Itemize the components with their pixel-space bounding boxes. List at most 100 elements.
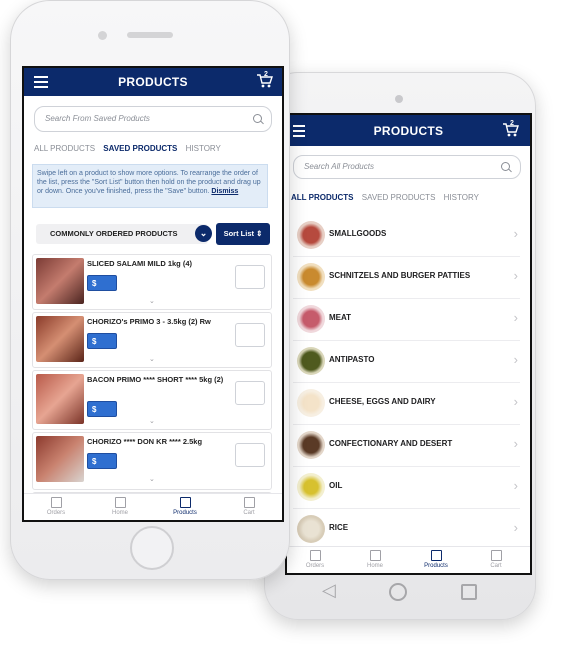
android-screen: PRODUCTS 2 Search All Products ALL PRODU… xyxy=(285,113,532,575)
price-button[interactable]: $ xyxy=(87,275,117,291)
cart-icon[interactable]: 2 xyxy=(256,71,274,94)
nav-cart[interactable]: Cart xyxy=(476,550,516,569)
chevron-right-icon: › xyxy=(513,478,518,493)
cart-count: 2 xyxy=(264,71,268,78)
dairy-image xyxy=(297,389,325,417)
tab-bar: ALL PRODUCTS SAVED PRODUCTS HISTORY xyxy=(291,193,485,202)
nav-label: Cart xyxy=(243,510,255,516)
quantity-input[interactable] xyxy=(235,323,265,347)
search-input[interactable]: Search All Products xyxy=(293,155,521,179)
chevron-right-icon: › xyxy=(513,520,518,535)
info-banner: Swipe left on a product to show more opt… xyxy=(32,164,268,208)
meat-image xyxy=(297,305,325,333)
products-icon xyxy=(179,497,191,508)
price-button[interactable]: $ xyxy=(87,333,117,349)
chevron-right-icon: › xyxy=(513,394,518,409)
category-item[interactable]: OIL › xyxy=(293,466,520,509)
product-name: CHORIZO **** DON KR **** 2.5kg xyxy=(87,437,203,446)
category-item[interactable]: RICE › xyxy=(293,508,520,551)
smallgoods-image xyxy=(297,221,325,249)
iphone-home-button[interactable] xyxy=(130,526,174,570)
chevron-right-icon: › xyxy=(513,352,518,367)
chevron-down-icon[interactable]: ⌄ xyxy=(149,417,155,425)
products-icon xyxy=(430,550,442,561)
cart-icon[interactable]: 2 xyxy=(502,120,520,143)
sort-list-button[interactable]: Sort List ⇕ xyxy=(216,223,270,245)
product-name: BACON PRIMO **** SHORT **** 5kg (2) xyxy=(87,375,224,384)
chevron-down-icon[interactable]: ⌄ xyxy=(149,355,155,363)
tab-all-products[interactable]: ALL PRODUCTS xyxy=(291,193,354,202)
tab-all-products[interactable]: ALL PRODUCTS xyxy=(34,144,95,153)
search-input[interactable]: Search From Saved Products xyxy=(34,106,272,132)
dismiss-link[interactable]: Dismiss xyxy=(211,188,238,195)
category-item[interactable]: SMALLGOODS › xyxy=(293,214,520,257)
bottom-nav: Orders Home Products Cart xyxy=(287,546,530,573)
tab-history[interactable]: HISTORY xyxy=(444,193,479,202)
search-icon xyxy=(253,114,262,123)
nav-products[interactable]: Products xyxy=(165,497,205,516)
recents-nav-icon[interactable] xyxy=(461,584,477,600)
search-placeholder: Search From Saved Products xyxy=(45,114,150,123)
search-placeholder: Search All Products xyxy=(304,162,374,171)
product-name: SLICED SALAMI MILD 1kg (4) xyxy=(87,259,193,268)
nav-label: Products xyxy=(424,563,448,569)
nav-home[interactable]: Home xyxy=(100,497,140,516)
chevron-down-icon[interactable]: ⌄ xyxy=(149,297,155,305)
orders-icon xyxy=(309,550,321,561)
category-name: SCHNITZELS AND BURGER PATTIES xyxy=(329,271,471,280)
chevron-right-icon: › xyxy=(513,268,518,283)
page-title: PRODUCTS xyxy=(118,75,188,89)
category-item[interactable]: ANTIPASTO › xyxy=(293,340,520,383)
product-image xyxy=(36,258,84,304)
schnitzel-image xyxy=(297,263,325,291)
android-camera xyxy=(395,95,403,103)
product-row[interactable]: CHORIZO **** DON KR **** 2.5kg $ ⌄ xyxy=(32,432,272,490)
category-item[interactable]: CHEESE, EGGS AND DAIRY › xyxy=(293,382,520,425)
product-name: CHORIZO's PRIMO 3 - 3.5kg (2) Rw xyxy=(87,317,211,326)
cart-nav-icon xyxy=(243,497,255,508)
orders-icon xyxy=(50,497,62,508)
commonly-ordered-dropdown[interactable]: COMMONLY ORDERED PRODUCTS ⌄ xyxy=(36,224,212,244)
chevron-down-icon[interactable]: ⌄ xyxy=(149,475,155,483)
nav-home[interactable]: Home xyxy=(355,550,395,569)
home-icon xyxy=(369,550,381,561)
sort-icon: ⇕ xyxy=(256,229,263,238)
quantity-input[interactable] xyxy=(235,381,265,405)
nav-label: Home xyxy=(366,563,383,569)
chevron-right-icon: › xyxy=(513,226,518,241)
category-name: ANTIPASTO xyxy=(329,355,375,364)
category-item[interactable]: CONFECTIONARY AND DESERT › xyxy=(293,424,520,467)
product-row[interactable]: SLICED SALAMI MILD 1kg (4) $ ⌄ xyxy=(32,254,272,310)
iphone-speaker xyxy=(127,32,173,38)
nav-orders[interactable]: Orders xyxy=(295,550,335,569)
nav-label: Orders xyxy=(305,563,325,569)
category-name: SMALLGOODS xyxy=(329,229,387,238)
product-row[interactable]: CHORIZO's PRIMO 3 - 3.5kg (2) Rw $ ⌄ xyxy=(32,312,272,368)
price-button[interactable]: $ xyxy=(87,453,117,469)
cart-nav-icon xyxy=(490,550,502,561)
back-nav-icon[interactable]: ◁ xyxy=(322,580,336,601)
nav-orders[interactable]: Orders xyxy=(36,497,76,516)
nav-label: Home xyxy=(111,510,128,516)
tab-saved-products[interactable]: SAVED PRODUCTS xyxy=(362,193,436,202)
nav-label: Orders xyxy=(46,510,66,516)
cart-count: 2 xyxy=(510,120,514,127)
product-image xyxy=(36,374,84,424)
home-nav-icon[interactable] xyxy=(389,583,407,601)
category-name: OIL xyxy=(329,481,343,490)
search-icon xyxy=(501,162,510,171)
nav-products[interactable]: Products xyxy=(416,550,456,569)
category-item[interactable]: MEAT › xyxy=(293,298,520,341)
home-icon xyxy=(114,497,126,508)
price-button[interactable]: $ xyxy=(87,401,117,417)
tab-history[interactable]: HISTORY xyxy=(186,144,221,153)
rice-image xyxy=(297,515,325,543)
nav-cart[interactable]: Cart xyxy=(229,497,269,516)
product-image xyxy=(36,436,84,482)
category-item[interactable]: SCHNITZELS AND BURGER PATTIES › xyxy=(293,256,520,299)
tab-saved-products[interactable]: SAVED PRODUCTS xyxy=(103,144,177,153)
quantity-input[interactable] xyxy=(235,443,265,467)
product-row[interactable]: BACON PRIMO **** SHORT **** 5kg (2) $ ⌄ xyxy=(32,370,272,430)
quantity-input[interactable] xyxy=(235,265,265,289)
tab-bar: ALL PRODUCTS SAVED PRODUCTS HISTORY xyxy=(34,144,227,153)
